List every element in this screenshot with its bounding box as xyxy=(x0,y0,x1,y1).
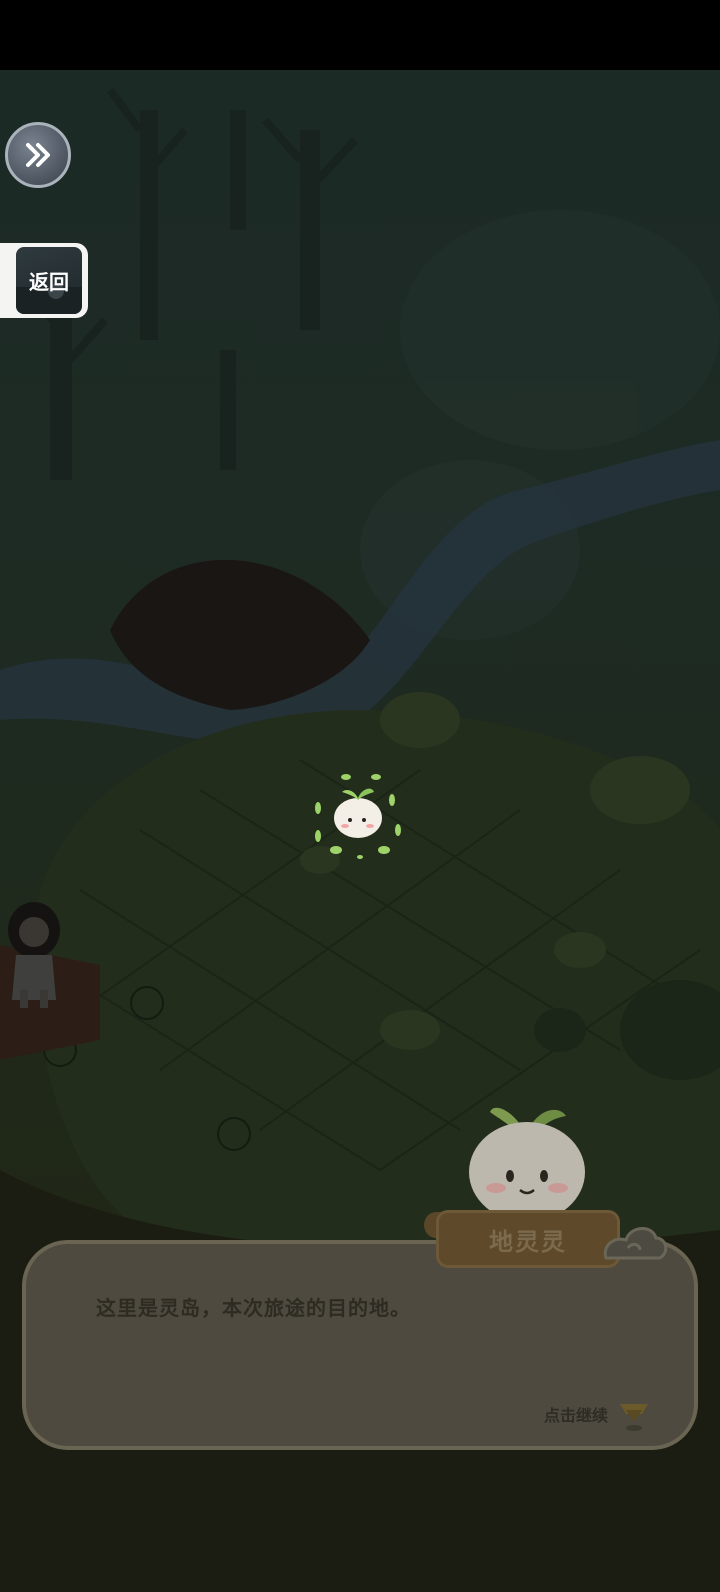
skip-button[interactable] xyxy=(5,122,71,188)
status-bar xyxy=(0,0,720,70)
speaker-name-plate: 地灵灵 xyxy=(436,1210,620,1268)
game-screen: 返回 这里是灵岛，本次旅途的目的地。 点击继续 地灵灵 xyxy=(0,0,720,1592)
back-thumbnail: 返回 xyxy=(16,247,82,314)
back-button[interactable]: 返回 xyxy=(0,243,88,318)
cloud-ornament-icon xyxy=(603,1227,668,1260)
back-label: 返回 xyxy=(29,270,69,294)
dialog-text: 这里是灵岛，本次旅途的目的地。 xyxy=(96,1296,411,1320)
continue-hint[interactable]: 点击继续 xyxy=(544,1402,608,1426)
double-chevron-right-icon xyxy=(26,143,50,167)
speaker-portrait xyxy=(469,1107,585,1220)
dialog-box[interactable]: 这里是灵岛，本次旅途的目的地。 点击继续 xyxy=(22,1240,698,1450)
tap-indicator-icon xyxy=(620,1404,648,1431)
speaker-name: 地灵灵 xyxy=(489,1227,567,1256)
